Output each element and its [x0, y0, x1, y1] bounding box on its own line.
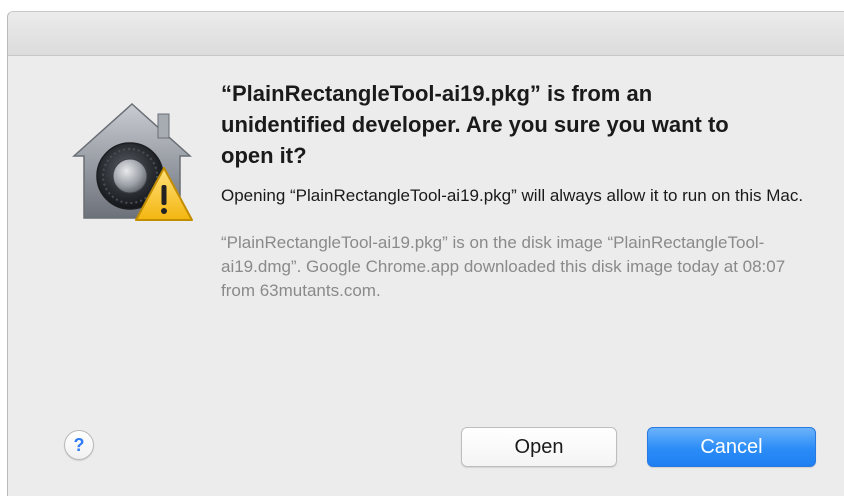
desktop-background: “PlainRectangleTool-ai19.pkg” is from an…: [0, 0, 844, 496]
help-button[interactable]: ?: [64, 430, 94, 460]
dialog-titlebar: [8, 12, 844, 56]
gatekeeper-lock-warning-icon: [72, 102, 193, 221]
open-button[interactable]: Open: [461, 427, 617, 467]
dialog-content: “PlainRectangleTool-ai19.pkg” is from an…: [221, 78, 821, 303]
dialog-headline: “PlainRectangleTool-ai19.pkg” is from an…: [221, 81, 729, 168]
dialog-detail-text: “PlainRectangleTool-ai19.pkg” is on the …: [221, 233, 786, 300]
dialog-body-text: Opening “PlainRectangleTool-ai19.pkg” wi…: [221, 186, 804, 205]
cancel-button[interactable]: Cancel: [647, 427, 816, 467]
security-alert-dialog: “PlainRectangleTool-ai19.pkg” is from an…: [7, 11, 844, 496]
